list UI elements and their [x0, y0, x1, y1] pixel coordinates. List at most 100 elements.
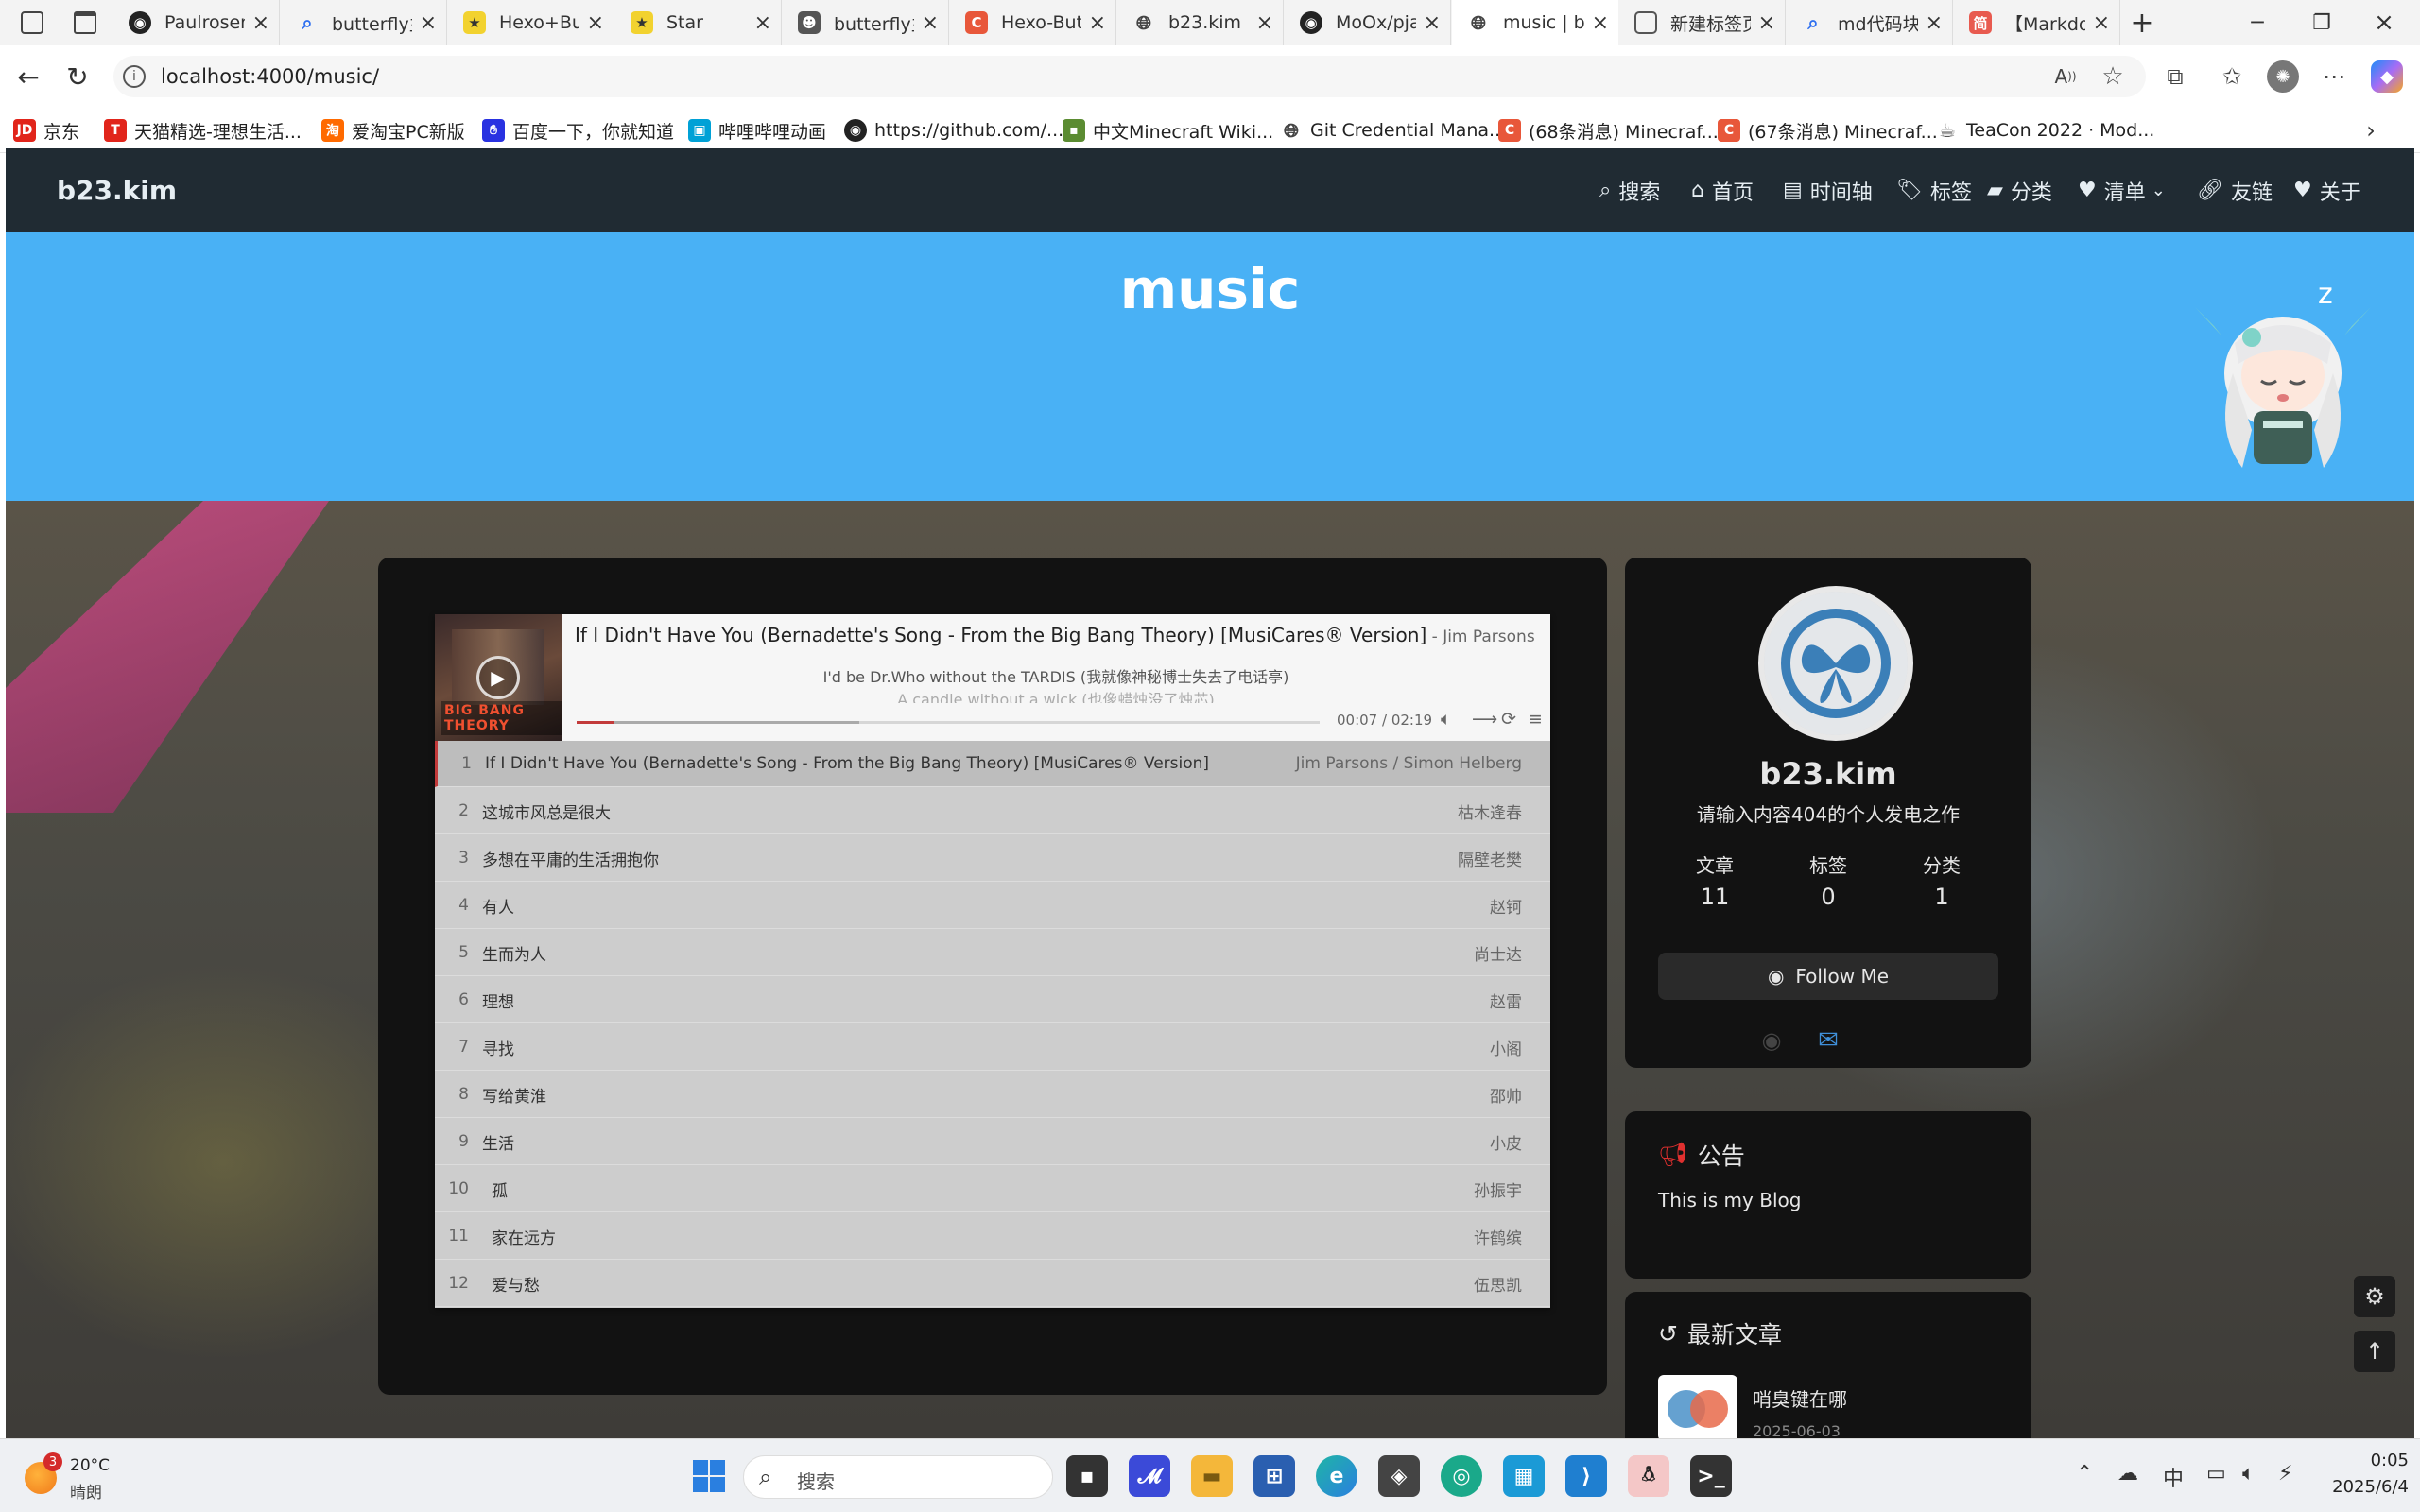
- loop-icon[interactable]: ⟳: [1501, 709, 1516, 730]
- minimize-button[interactable]: ─: [2237, 8, 2278, 38]
- task-view-icon[interactable]: ▪: [1066, 1455, 1108, 1497]
- clock-date[interactable]: 2025/6/4: [2314, 1477, 2409, 1497]
- stat-tags[interactable]: 标签 0: [1772, 850, 1885, 910]
- vscode-icon[interactable]: ⟩: [1565, 1455, 1607, 1497]
- extensions-icon[interactable]: ⧉: [2161, 62, 2189, 91]
- avatar[interactable]: [1758, 586, 1913, 741]
- playlist-toggle-icon[interactable]: ≡: [1528, 709, 1543, 730]
- onedrive-icon[interactable]: ☁: [2118, 1462, 2138, 1486]
- play-icon[interactable]: ▶: [476, 656, 520, 699]
- menu-item-list[interactable]: ♥ 清单 ⌄: [2078, 148, 2166, 232]
- bookmark-item[interactable]: C (67条消息) Minecraf...: [1718, 117, 1938, 144]
- menu-item-archives[interactable]: ▤ 时间轴: [1783, 148, 1873, 232]
- menu-item-search[interactable]: ⌕ 搜索: [1599, 148, 1660, 232]
- bookmark-item[interactable]: 淘爱淘宝PC新版: [321, 117, 465, 144]
- taskbar-search[interactable]: ⌕ 搜索: [743, 1455, 1053, 1499]
- playlist-row[interactable]: 12 爱与愁 伍思凯: [435, 1261, 1550, 1307]
- file-explorer-icon[interactable]: ▬: [1191, 1455, 1233, 1497]
- menu-item-tags[interactable]: 🏷︎ 标签: [1896, 148, 1972, 232]
- order-icon[interactable]: ⟶: [1472, 709, 1497, 730]
- bookmark-item[interactable]: 🌐︎ Git Credential Mana...: [1280, 117, 1506, 144]
- playlist-row[interactable]: 11 家在远方 许鹤缤: [435, 1213, 1550, 1260]
- browser-tab[interactable]: ⌕ md代码块 ×: [1787, 0, 1953, 45]
- bookmark-item[interactable]: JD 京东: [13, 117, 79, 144]
- playlist-row[interactable]: 6 理想 赵雷: [435, 977, 1550, 1023]
- store-icon[interactable]: ⊞: [1253, 1455, 1295, 1497]
- playlist-row[interactable]: 9 生活 小皮: [435, 1119, 1550, 1165]
- favorites-icon[interactable]: ✩: [2218, 62, 2246, 91]
- stat-categories[interactable]: 分类 1: [1885, 850, 1998, 910]
- close-tab-icon[interactable]: ×: [587, 11, 604, 35]
- qq-icon[interactable]: 🐧︎: [1628, 1455, 1669, 1497]
- back-to-top-button[interactable]: ↑: [2354, 1331, 2395, 1372]
- settings-button[interactable]: ⚙: [2354, 1276, 2395, 1317]
- profile-icon[interactable]: ✺: [2267, 60, 2299, 93]
- clock-time[interactable]: 0:05: [2342, 1451, 2409, 1470]
- close-tab-icon[interactable]: ×: [252, 11, 269, 35]
- close-tab-icon[interactable]: ×: [1256, 11, 1273, 35]
- volume-icon[interactable]: 🔈︎: [2242, 1462, 2255, 1486]
- address-bar[interactable]: i localhost:4000/music/ A)) ☆: [113, 56, 2146, 97]
- playlist-row[interactable]: 10 孤孙振宇: [435, 1166, 1550, 1212]
- back-icon[interactable]: ←: [13, 61, 43, 93]
- bookmarks-overflow-icon[interactable]: ›: [2358, 117, 2384, 144]
- close-tab-icon[interactable]: ×: [1758, 11, 1775, 35]
- playlist-row[interactable]: 2 这城市风总是很大 枯木逢春: [435, 788, 1550, 834]
- browser-tab[interactable]: ★ Hexo+Butt×: [448, 0, 614, 45]
- bookmark-item[interactable]: ☕︎ TeaCon 2022 · Mod...: [1936, 117, 2154, 144]
- playlist-row[interactable]: 3 多想在平庸的生活拥抱你 隔壁老樊: [435, 835, 1550, 882]
- browser-tab[interactable]: 🌐︎ b23.kim | b×: [1117, 0, 1284, 45]
- bookmark-item[interactable]: ▪ 中文Minecraft Wiki...: [1063, 117, 1273, 144]
- close-tab-icon[interactable]: ×: [1424, 11, 1441, 35]
- address-text[interactable]: localhost:4000/music/: [161, 65, 379, 88]
- playlist-row[interactable]: 4 有人 赵钶: [435, 883, 1550, 929]
- bookmark-item[interactable]: T 天猫精选-理想生活...: [104, 117, 302, 144]
- ime-indicator[interactable]: 中: [2163, 1462, 2184, 1492]
- close-tab-icon[interactable]: ×: [1089, 11, 1106, 35]
- browser-tab-active[interactable]: 🌐︎ music | b2×: [1452, 0, 1618, 45]
- restore-button[interactable]: ❐: [2301, 8, 2342, 38]
- live2d-mascot[interactable]: z: [2195, 269, 2371, 481]
- bookmark-item[interactable]: ◉ https://github.com/...: [844, 117, 1063, 144]
- email-icon[interactable]: ✉: [1812, 1026, 1844, 1055]
- close-tab-icon[interactable]: ×: [420, 11, 437, 35]
- weather-widget[interactable]: 3 20°C 晴朗: [25, 1452, 138, 1503]
- calendar-app-icon[interactable]: ▦: [1503, 1455, 1545, 1497]
- volume-icon[interactable]: 🔈︎: [1441, 709, 1451, 730]
- playlist-row[interactable]: 7 寻找 小阁: [435, 1024, 1550, 1071]
- browser-tab[interactable]: ◉ MoOx/pja ×: [1285, 0, 1451, 45]
- browser-tab[interactable]: 新建标签页×: [1619, 0, 1786, 45]
- recent-post-item[interactable]: 哨臭键在哪 2025-06-03: [1658, 1375, 1998, 1438]
- playlist-row[interactable]: 8 写给黄淮 邵帅: [435, 1072, 1550, 1118]
- github-icon[interactable]: ◉: [1757, 1026, 1786, 1055]
- close-tab-icon[interactable]: ×: [754, 11, 771, 35]
- app-icon[interactable]: ◎: [1441, 1455, 1482, 1497]
- menu-item-categories[interactable]: ▰ 分类: [1987, 148, 2052, 232]
- bookmark-item[interactable]: ✋︎ 百度一下，你就知道: [482, 117, 674, 144]
- read-aloud-icon[interactable]: A)): [2051, 63, 2080, 90]
- site-info-icon[interactable]: i: [123, 65, 146, 88]
- browser-tab[interactable]: C Hexo-Butt×: [950, 0, 1116, 45]
- close-window-button[interactable]: ×: [2363, 8, 2405, 38]
- progress-bar[interactable]: [577, 721, 1320, 724]
- tray-overflow-icon[interactable]: ⌃: [2076, 1462, 2093, 1486]
- follow-me-button[interactable]: ◉ Follow Me: [1658, 953, 1998, 1000]
- close-tab-icon[interactable]: ×: [1592, 11, 1609, 35]
- favorite-star-icon[interactable]: ☆: [2099, 62, 2127, 91]
- copilot-app-icon[interactable]: 𝓜: [1129, 1455, 1170, 1497]
- browser-tab[interactable]: ☻ butterfly主×: [783, 0, 949, 45]
- menu-item-about[interactable]: ♥ 关于: [2293, 148, 2361, 232]
- network-icon[interactable]: ▭: [2206, 1462, 2226, 1486]
- playlist-row-active[interactable]: 1 If I Didn't Have You (Bernadette's Song…: [435, 741, 1550, 787]
- workspaces-icon[interactable]: [21, 11, 43, 34]
- bookmark-item[interactable]: ▣ 哔哩哔哩动画: [688, 117, 826, 144]
- album-cover[interactable]: ▶ BIG BANG THEORY: [435, 614, 562, 741]
- edge-icon[interactable]: e: [1316, 1455, 1357, 1497]
- playlist-row[interactable]: 5 生而为人 尚士达: [435, 930, 1550, 976]
- close-tab-icon[interactable]: ×: [922, 11, 939, 35]
- browser-tab[interactable]: 简 【Markdo ×: [1954, 0, 2120, 45]
- close-tab-icon[interactable]: ×: [1926, 11, 1943, 35]
- battery-icon[interactable]: ⚡︎: [2278, 1462, 2292, 1486]
- menu-item-links[interactable]: 🔗︎ 友链: [2197, 148, 2273, 232]
- menu-item-home[interactable]: ⌂ 首页: [1691, 148, 1754, 232]
